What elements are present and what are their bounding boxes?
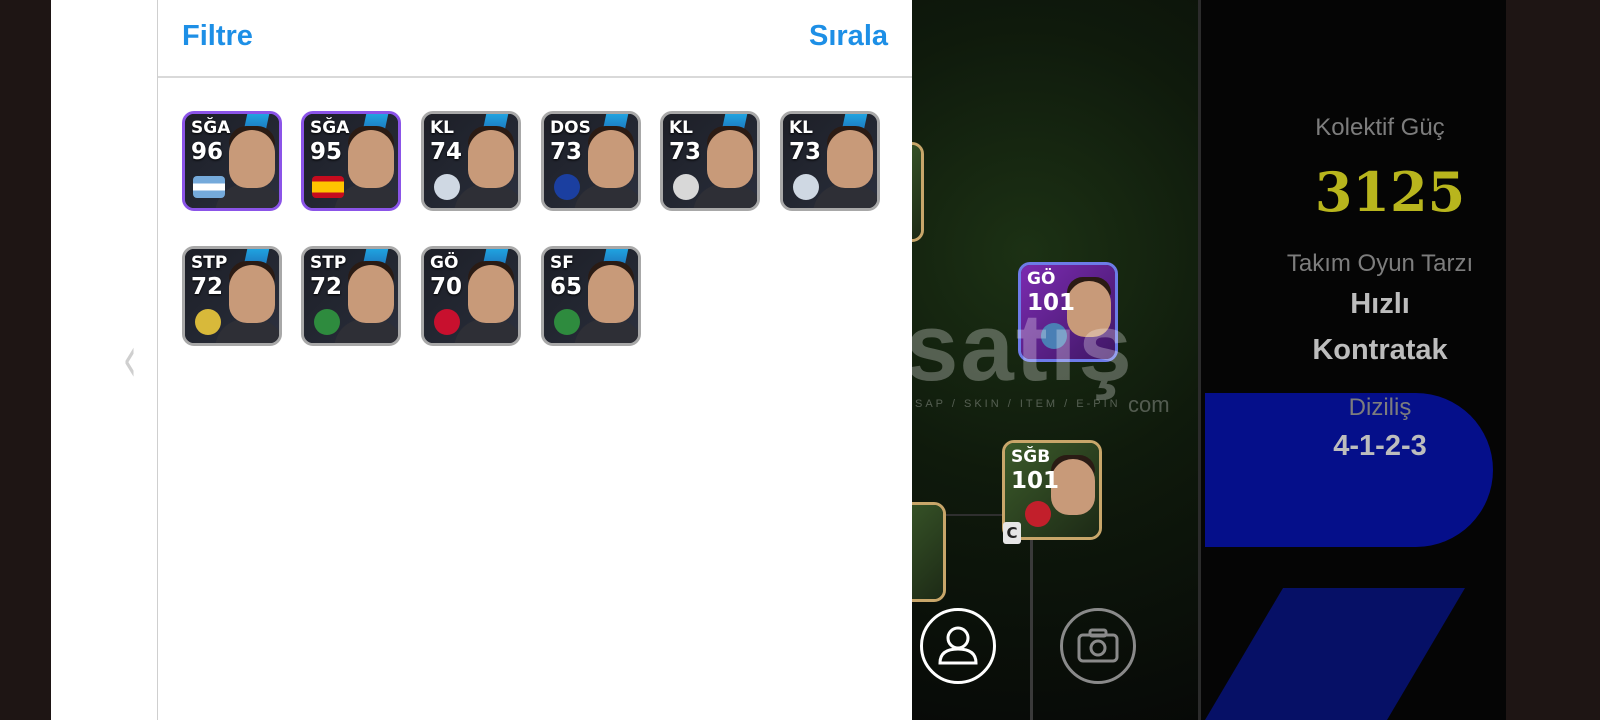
- player-rating: 72: [310, 274, 343, 300]
- player-card[interactable]: STP 72: [182, 246, 282, 346]
- player-portrait: [229, 130, 275, 188]
- captain-badge: C: [1003, 522, 1021, 544]
- argentina-flag-icon: [193, 176, 225, 198]
- player-rating: 74: [430, 139, 463, 165]
- person-icon: [938, 626, 978, 665]
- chevron-left-icon[interactable]: ‹: [123, 328, 137, 392]
- watermark-domain: com: [1128, 392, 1170, 417]
- player-card[interactable]: KL 74: [421, 111, 521, 211]
- rennes-crest-icon: [434, 309, 460, 335]
- player-card[interactable]: DOS 73: [541, 111, 641, 211]
- player-card[interactable]: SĞA 95: [301, 111, 401, 211]
- player-selection-panel: ‹ Filtre Sırala: [51, 0, 912, 720]
- player-position: STP: [191, 253, 228, 273]
- player-card[interactable]: KL 73: [780, 111, 880, 211]
- watermark-subtitle: SAP / SKIN / ITEM / E-PIN: [915, 398, 1121, 410]
- player-position: GÖ: [430, 253, 459, 273]
- player-rating: 96: [191, 139, 224, 165]
- player-card[interactable]: KL 73: [660, 111, 760, 211]
- player-position: KL: [789, 118, 814, 138]
- playstyle-value-line1: Hızlı: [1350, 288, 1410, 320]
- player-position: GÖ: [1027, 269, 1056, 289]
- player-portrait: [588, 265, 634, 323]
- club-crest-icon: [314, 309, 340, 335]
- player-position: KL: [669, 118, 694, 138]
- pitch-line-vertical: [1030, 512, 1033, 720]
- player-portrait: [468, 265, 514, 323]
- player-rating: 73: [550, 139, 583, 165]
- player-card[interactable]: STP 72: [301, 246, 401, 346]
- player-rating: 73: [669, 139, 702, 165]
- player-portrait: [348, 265, 394, 323]
- playstyle-value-line2: Kontratak: [1312, 334, 1448, 366]
- player-rating: 101: [1011, 468, 1060, 494]
- player-rating: 72: [191, 274, 224, 300]
- player-rating: 70: [430, 274, 463, 300]
- inter-crest-icon: [554, 174, 580, 200]
- player-position: STP: [310, 253, 347, 273]
- formation-value: 4-1-2-3: [1333, 430, 1427, 462]
- filter-button[interactable]: Filtre: [182, 20, 253, 53]
- formation-label: Diziliş: [1348, 394, 1412, 421]
- player-position: DOS: [550, 118, 591, 138]
- collective-power-value: 3125: [1314, 160, 1466, 224]
- spain-flag-icon: [312, 176, 344, 198]
- player-rating: 73: [789, 139, 822, 165]
- player-position: SĞA: [191, 118, 231, 138]
- sort-button[interactable]: Sırala: [809, 20, 888, 53]
- player-portrait: [588, 130, 634, 188]
- player-position: SĞB: [1011, 447, 1051, 467]
- camera-icon: [1077, 628, 1119, 663]
- player-position: SĞA: [310, 118, 350, 138]
- panel-gutter: ‹: [51, 0, 158, 720]
- player-profile-button[interactable]: [920, 608, 996, 684]
- club-crest-icon: [434, 174, 460, 200]
- player-card[interactable]: SĞA 96: [182, 111, 282, 211]
- club-crest-icon: [195, 309, 221, 335]
- club-crest-icon: [673, 174, 699, 200]
- club-crest-icon: [793, 174, 819, 200]
- left-frame: [0, 0, 51, 720]
- player-position: SF: [550, 253, 574, 273]
- player-portrait: [348, 130, 394, 188]
- panel-header: Filtre Sırala: [158, 0, 912, 78]
- player-portrait: [827, 130, 873, 188]
- playstyle-label: Takım Oyun Tarzı: [1286, 250, 1474, 277]
- player-portrait: [229, 265, 275, 323]
- player-rating: 95: [310, 139, 343, 165]
- player-portrait: [707, 130, 753, 188]
- milan-crest-icon: [1025, 501, 1051, 527]
- player-portrait: [468, 130, 514, 188]
- player-position: KL: [430, 118, 455, 138]
- right-frame: [1506, 0, 1600, 720]
- player-rating: 65: [550, 274, 583, 300]
- watermark-logo: satış: [905, 294, 1134, 401]
- player-card[interactable]: SF 65: [541, 246, 641, 346]
- collective-power-label: Kolektif Güç: [1315, 114, 1445, 141]
- screenshot-button[interactable]: [1060, 608, 1136, 684]
- sassuolo-crest-icon: [554, 309, 580, 335]
- player-card[interactable]: GÖ 70: [421, 246, 521, 346]
